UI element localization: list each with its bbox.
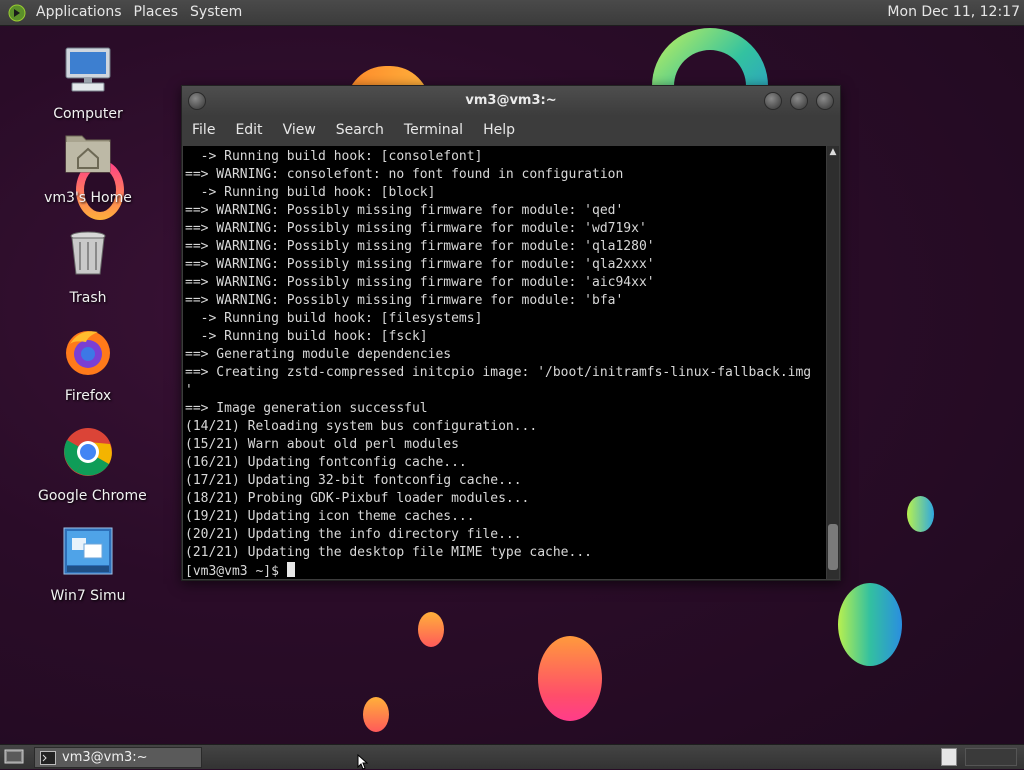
terminal-line: (17/21) Updating 32-bit fontconfig cache… — [185, 473, 522, 488]
places-menu[interactable]: Places — [128, 0, 185, 25]
desktop-icon-chrome[interactable]: Google Chrome — [38, 426, 147, 504]
distro-logo-icon[interactable] — [8, 4, 26, 22]
terminal-line: (20/21) Updating the info directory file… — [185, 527, 522, 542]
wallpaper-bubble — [907, 496, 934, 532]
wallpaper-bubble — [838, 583, 902, 666]
terminal-output[interactable]: -> Running build hook: [consolefont] ==> … — [183, 146, 826, 579]
desktop-icon-label: Trash — [69, 290, 107, 306]
terminal-line: ==> WARNING: consolefont: no font found … — [185, 167, 624, 182]
show-desktop-icon[interactable] — [4, 748, 24, 766]
terminal-window[interactable]: vm3@vm3:~ File Edit View Search Terminal… — [181, 85, 841, 581]
terminal-line: ==> WARNING: Possibly missing firmware f… — [185, 293, 624, 308]
scroll-thumb[interactable] — [828, 524, 838, 570]
menu-help[interactable]: Help — [473, 122, 525, 138]
desktop-icon-trash[interactable]: Trash — [38, 228, 138, 306]
taskbar-button-label: vm3@vm3:~ — [62, 750, 148, 765]
terminal-line: (14/21) Reloading system bus configurati… — [185, 419, 538, 434]
desktop-icon-firefox[interactable]: Firefox — [38, 326, 138, 404]
window-menu-button[interactable] — [188, 92, 206, 110]
terminal-line: -> Running build hook: [fsck] — [185, 329, 428, 344]
desktop-icon-computer[interactable]: Computer — [38, 44, 138, 122]
terminal-line: ==> Creating zstd-compressed initcpio im… — [185, 365, 812, 380]
terminal-line: -> Running build hook: [consolefont] — [185, 149, 483, 164]
wallpaper-bubble — [363, 697, 389, 732]
title-bar[interactable]: vm3@vm3:~ — [182, 86, 840, 116]
menu-search[interactable]: Search — [326, 122, 394, 138]
maximize-button[interactable] — [790, 92, 808, 110]
close-button[interactable] — [816, 92, 834, 110]
chrome-icon — [64, 428, 112, 476]
terminal-line: ==> WARNING: Possibly missing firmware f… — [185, 203, 624, 218]
terminal-line: (19/21) Updating icon theme caches... — [185, 509, 475, 524]
desktop-icon-label: Google Chrome — [38, 488, 147, 504]
menu-view[interactable]: View — [273, 122, 326, 138]
window-title: vm3@vm3:~ — [465, 93, 557, 108]
desktop-icon-win7[interactable]: Win7 Simu — [38, 526, 138, 604]
computer-icon — [65, 47, 111, 92]
terminal-line: (18/21) Probing GDK-Pixbuf loader module… — [185, 491, 530, 506]
terminal-line: (16/21) Updating fontconfig cache... — [185, 455, 467, 470]
terminal-line: -> Running build hook: [block] — [185, 185, 436, 200]
home-folder-icon — [65, 135, 111, 173]
terminal-line: (21/21) Updating the desktop file MIME t… — [185, 545, 592, 560]
terminal-lines: -> Running build hook: [consolefont] ==> … — [183, 146, 826, 579]
trash-icon — [70, 231, 106, 275]
workspace-switcher-inactive[interactable] — [965, 748, 1017, 766]
scroll-up-arrow-icon[interactable]: ▲ — [827, 146, 839, 158]
desktop-icon-label: Computer — [53, 106, 123, 122]
menu-edit[interactable]: Edit — [225, 122, 272, 138]
win7-icon — [63, 527, 113, 575]
terminal-line: ==> Generating module dependencies — [185, 347, 452, 362]
shell-prompt: [vm3@vm3 ~]$ — [185, 564, 287, 579]
wallpaper-bubble — [538, 636, 602, 721]
desktop-icon-label: vm3's Home — [44, 190, 132, 206]
desktop-icon-label: Firefox — [64, 388, 112, 404]
text-cursor — [286, 562, 295, 577]
terminal-line: ==> WARNING: Possibly missing firmware f… — [185, 239, 655, 254]
desktop-icon-home[interactable]: vm3's Home — [38, 128, 138, 206]
system-menu[interactable]: System — [184, 0, 248, 25]
terminal-app-icon — [40, 750, 56, 765]
terminal-prompt-line[interactable]: [vm3@vm3 ~]$ — [185, 562, 826, 579]
terminal-line: (15/21) Warn about old perl modules — [185, 437, 459, 452]
terminal-line: -> Running build hook: [filesystems] — [185, 311, 483, 326]
terminal-line: ==> Image generation successful — [185, 401, 428, 416]
minimize-button[interactable] — [764, 92, 782, 110]
terminal-line: ==> WARNING: Possibly missing firmware f… — [185, 221, 647, 236]
menu-terminal[interactable]: Terminal — [394, 122, 473, 138]
workspace-switcher[interactable] — [941, 748, 957, 766]
applications-menu[interactable]: Applications — [30, 0, 128, 25]
bottom-panel: vm3@vm3:~ — [0, 744, 1024, 769]
terminal-line: ==> WARNING: Possibly missing firmware f… — [185, 275, 655, 290]
panel-clock[interactable]: Mon Dec 11, 12:17 — [887, 0, 1020, 25]
taskbar-terminal-button[interactable]: vm3@vm3:~ — [34, 747, 202, 768]
terminal-menu-bar: File Edit View Search Terminal Help — [182, 116, 840, 144]
top-panel: Applications Places System Mon Dec 11, 1… — [0, 0, 1024, 26]
terminal-line: ==> WARNING: Possibly missing firmware f… — [185, 257, 655, 272]
terminal-line: ' — [185, 383, 193, 398]
menu-file[interactable]: File — [182, 122, 225, 138]
terminal-scrollbar[interactable]: ▲ — [827, 146, 839, 579]
desktop-icon-label: Win7 Simu — [50, 588, 126, 604]
wallpaper-bubble — [418, 612, 444, 647]
firefox-icon — [66, 331, 110, 375]
